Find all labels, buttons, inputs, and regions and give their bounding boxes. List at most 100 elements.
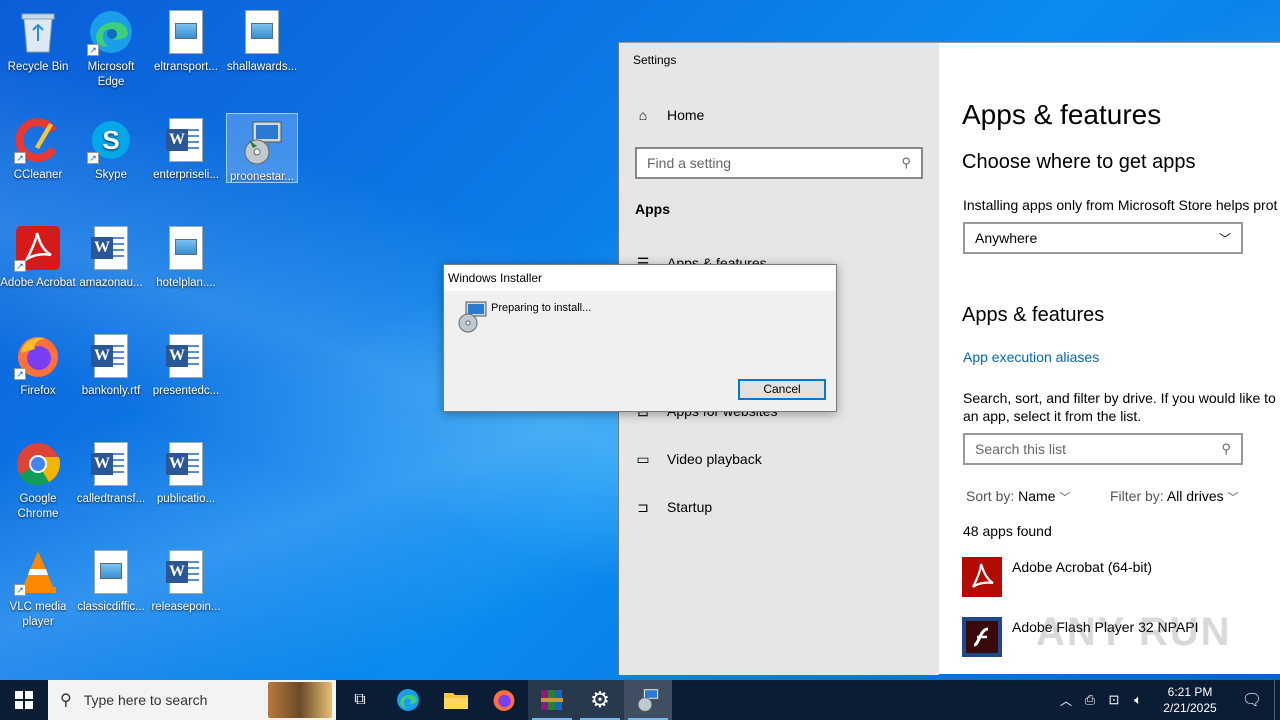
image-file-icon: [162, 8, 210, 56]
desktop-icon-shallawards[interactable]: shallawards...: [224, 2, 300, 102]
word-doc-icon: W: [162, 440, 210, 488]
nav-home[interactable]: ⌂ Home: [635, 107, 705, 123]
taskbar-search-placeholder: Type here to search: [83, 692, 208, 708]
list-item[interactable]: Adobe Acrobat (64-bit): [962, 557, 1152, 597]
taskbar-file-explorer[interactable]: [432, 680, 480, 720]
desktop-icon-recycle-bin[interactable]: Recycle Bin: [0, 2, 76, 102]
desktop-icon-publicatio[interactable]: W publicatio...: [148, 434, 224, 534]
acrobat-icon: [962, 557, 1002, 597]
desktop-icon-hotelplan[interactable]: hotelplan....: [148, 218, 224, 318]
page-title: Apps & features: [962, 99, 1162, 130]
nav-item-label: Startup: [667, 499, 713, 515]
task-view-button[interactable]: ⧉: [336, 680, 384, 720]
window-title: Settings: [633, 53, 677, 67]
action-center-button[interactable]: 🗨︎: [1230, 680, 1274, 720]
word-doc-icon: W: [87, 224, 135, 272]
desktop-icon-skype[interactable]: S ↗ Skype: [73, 110, 149, 210]
desktop-icon-calledtransf[interactable]: W calledtransf...: [73, 434, 149, 534]
image-file-icon: [162, 224, 210, 272]
cancel-button[interactable]: Cancel: [738, 379, 826, 400]
taskbar-search[interactable]: ⚲ Type here to search: [48, 680, 336, 720]
desktop-icon-ccleaner[interactable]: ↗ CCleaner: [0, 110, 76, 210]
desktop-icon-label: proonestar...: [230, 171, 294, 182]
desktop-icon-firefox[interactable]: ↗ Firefox: [0, 326, 76, 426]
vlc-icon: ↗: [14, 548, 62, 596]
desktop-icon-eltransport[interactable]: eltransport...: [148, 2, 224, 102]
clock-time: 6:21 PM: [1167, 685, 1213, 699]
taskbar-edge[interactable]: [384, 680, 432, 720]
desktop-icon-label: enterpriseli...: [153, 169, 219, 181]
taskbar-winrar[interactable]: [528, 680, 576, 720]
taskbar-clock[interactable]: 6:21 PM 2/21/2025: [1150, 684, 1230, 716]
word-doc-icon: W: [87, 440, 135, 488]
search-icon: ⚲: [901, 155, 911, 170]
nav-item-video-playback[interactable]: ▭ Video playback: [635, 450, 761, 468]
search-highlight-image: [268, 682, 332, 718]
desktop-icon-label: Microsoft Edge: [87, 61, 135, 88]
chevron-up-icon: ︿: [1059, 693, 1072, 708]
desktop-icon-presentedc[interactable]: W presentedc...: [148, 326, 224, 426]
installer-message: Preparing to install...: [491, 302, 592, 314]
video-icon: ▭: [636, 450, 650, 467]
desktop-icon-label: publicatio...: [156, 493, 216, 505]
task-view-icon: ⧉: [354, 691, 366, 708]
desktop-icon-vlc[interactable]: ↗ VLC media player: [0, 542, 76, 642]
taskbar-installer[interactable]: [624, 680, 672, 720]
dropdown-value: Anywhere: [975, 230, 1038, 246]
desktop-icon-releasepoin[interactable]: W releasepoin...: [148, 542, 224, 642]
desktop-icon-label: CCleaner: [13, 169, 63, 181]
taskbar-firefox[interactable]: [480, 680, 528, 720]
edge-icon: ↗: [87, 8, 135, 56]
search-list-placeholder: Search this list: [975, 441, 1067, 457]
show-hidden-icons-button[interactable]: ︿: [1054, 680, 1078, 720]
sort-by-control[interactable]: Sort by: Name ﹀: [966, 488, 1070, 505]
app-execution-aliases-link[interactable]: App execution aliases: [963, 349, 1099, 365]
start-button[interactable]: [0, 680, 48, 720]
tray-device-button[interactable]: ⎙: [1078, 680, 1102, 720]
show-desktop-button[interactable]: [1274, 680, 1280, 720]
gear-icon: ⚙: [590, 687, 610, 712]
chevron-down-icon: ﹀: [1227, 492, 1239, 504]
desktop-icon-proonestar[interactable]: proonestar...: [226, 113, 298, 183]
folder-icon: [444, 693, 468, 709]
taskbar: ⚲ Type here to search ⧉ ⚙ ︿ ⎙ ⊡ 🔈︎ 6:21 …: [0, 680, 1280, 720]
desktop-icon-edge[interactable]: ↗ Microsoft Edge: [73, 2, 149, 102]
anyrun-watermark: ANY RUN: [1036, 610, 1232, 654]
volume-button[interactable]: 🔈︎: [1126, 680, 1150, 720]
desktop-icon-label: releasepoin...: [151, 601, 221, 613]
find-setting-placeholder: Find a setting: [647, 155, 732, 171]
taskbar-settings[interactable]: ⚙: [576, 680, 624, 720]
desktop-icon-bankonly[interactable]: W bankonly.rtf: [73, 326, 149, 426]
nav-item-startup[interactable]: ⊐ Startup: [635, 498, 713, 516]
desktop-icon-label: bankonly.rtf: [81, 385, 141, 397]
desktop-icon-classicdiffic[interactable]: classicdiffic...: [73, 542, 149, 642]
word-doc-icon: W: [162, 548, 210, 596]
desktop-icon-label: Recycle Bin: [7, 61, 69, 73]
desktop-icon-label: VLC media player: [9, 601, 67, 628]
windows-installer-dialog: Windows Installer Preparing to install..…: [443, 264, 837, 412]
ccleaner-icon: ↗: [14, 116, 62, 164]
choose-heading: Choose where to get apps: [962, 151, 1196, 173]
desktop-icon-enterpriseli[interactable]: W enterpriseli...: [148, 110, 224, 210]
dialog-title: Windows Installer: [444, 265, 836, 291]
desktop-icon-amazonau[interactable]: W amazonau...: [73, 218, 149, 318]
desktop-icon-acrobat[interactable]: ↗ Adobe Acrobat: [0, 218, 76, 318]
search-list-input[interactable]: Search this list ⚲: [963, 433, 1243, 465]
chevron-down-icon: ﹀: [1218, 231, 1231, 246]
find-setting-input[interactable]: Find a setting ⚲: [635, 147, 923, 179]
image-file-icon: [238, 8, 286, 56]
clock-date: 2/21/2025: [1163, 701, 1217, 715]
filter-label: Filter by:: [1110, 488, 1164, 504]
notification-icon: 🗨︎: [1241, 692, 1263, 709]
startup-icon: ⊐: [637, 498, 649, 515]
network-button[interactable]: ⊡: [1102, 680, 1126, 720]
search-help-text-1: Search, sort, and filter by drive. If yo…: [963, 390, 1280, 406]
filter-by-control[interactable]: Filter by: All drives ﹀: [1110, 488, 1239, 505]
desktop-icon-chrome[interactable]: Google Chrome: [0, 434, 76, 534]
app-name: Adobe Acrobat (64-bit): [1012, 559, 1153, 575]
image-file-icon: [87, 548, 135, 596]
app-source-dropdown[interactable]: Anywhere ﹀: [963, 222, 1243, 254]
home-icon: ⌂: [638, 107, 648, 123]
desktop-icon-label: amazonau...: [79, 277, 143, 289]
word-doc-icon: W: [162, 332, 210, 380]
